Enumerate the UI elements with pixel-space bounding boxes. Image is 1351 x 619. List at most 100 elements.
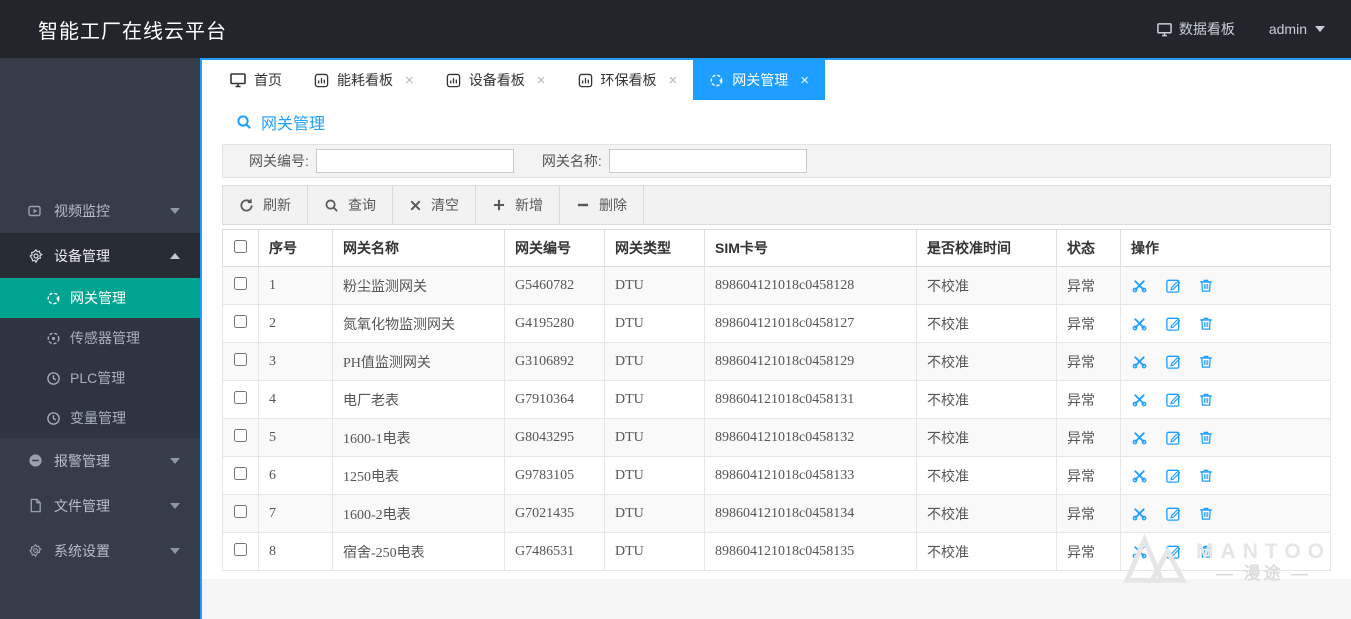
row-checkbox[interactable] [234, 466, 247, 480]
delete-icon[interactable] [1198, 543, 1214, 560]
edit-icon[interactable] [1165, 315, 1182, 332]
tools-icon[interactable] [1131, 543, 1148, 560]
delete-button[interactable]: 删除 [560, 186, 644, 224]
edit-icon[interactable] [1165, 467, 1182, 484]
sidebar-item-video-monitor[interactable]: 视频监控 [0, 188, 200, 233]
tab-label: 设备看板 [468, 72, 525, 88]
row-checkbox-cell [222, 418, 259, 457]
tools-icon[interactable] [1131, 467, 1148, 484]
sidebar-item-alarm-management[interactable]: 报警管理 [0, 438, 200, 483]
tools-icon[interactable] [1131, 277, 1148, 294]
edit-icon[interactable] [1165, 277, 1182, 294]
tools-icon[interactable] [1131, 505, 1148, 522]
header-right: 数据看板 admin [1157, 19, 1325, 39]
toolbar-button-label: 新增 [515, 197, 543, 213]
row-checkbox[interactable] [234, 352, 247, 366]
edit-icon[interactable] [1165, 543, 1182, 560]
gear-icon [28, 248, 54, 264]
tab-home[interactable]: 首页 [214, 60, 298, 100]
select-all-checkbox[interactable] [234, 240, 247, 253]
clock-icon [46, 411, 70, 426]
row-checkbox[interactable] [234, 504, 247, 518]
close-icon[interactable]: × [405, 72, 414, 89]
cell-index: 2 [258, 304, 333, 343]
row-checkbox[interactable] [234, 542, 247, 556]
close-icon[interactable]: × [800, 72, 809, 89]
sidebar-item-device-management[interactable]: 设备管理 [0, 233, 200, 278]
row-checkbox[interactable] [234, 276, 247, 290]
row-checkbox[interactable] [234, 314, 247, 328]
sidebar-item-variable-management[interactable]: 变量管理 [0, 398, 200, 438]
table-body: 1 粉尘监测网关 G5460782 DTU 898604121018c04581… [222, 266, 1331, 571]
close-icon[interactable]: × [669, 72, 678, 89]
row-checkbox[interactable] [234, 428, 247, 442]
delete-icon[interactable] [1198, 277, 1214, 294]
delete-icon[interactable] [1198, 429, 1214, 446]
gateway-code-input[interactable] [315, 149, 514, 173]
tab-label: 能耗看板 [337, 72, 393, 88]
cell-gateway-code: G7486531 [504, 532, 605, 571]
tools-icon[interactable] [1131, 391, 1148, 408]
delete-icon[interactable] [1198, 467, 1214, 484]
add-button[interactable]: 新增 [476, 186, 560, 224]
refresh-button[interactable]: 刷新 [223, 186, 308, 224]
sidebar-menu: 视频监控 设备管理 网关管理 传感器管理 PLC管理 变量管理 报警管理 文件管… [0, 58, 200, 573]
sidebar-group-devices: 设备管理 网关管理 传感器管理 PLC管理 变量管理 [0, 233, 200, 438]
column-header: 是否校准时间 [916, 229, 1057, 267]
tab-environment-board[interactable]: 环保看板 × [562, 60, 694, 100]
tools-icon[interactable] [1131, 429, 1148, 446]
column-header: 状态 [1056, 229, 1121, 267]
tab-energy-board[interactable]: 能耗看板 × [298, 60, 430, 100]
sidebar-item-plc-management[interactable]: PLC管理 [0, 358, 200, 398]
sidebar-item-label: 视频监控 [54, 202, 110, 219]
sidebar-item-gateway-management[interactable]: 网关管理 [0, 278, 200, 318]
cell-gateway-type: DTU [604, 380, 705, 419]
delete-icon[interactable] [1198, 315, 1214, 332]
query-button[interactable]: 查询 [308, 186, 393, 224]
cell-actions [1120, 418, 1331, 457]
gateway-table: 序号 网关名称 网关编号 网关类型 SIM卡号 是否校准时间 状态 操作 1 粉… [222, 229, 1331, 571]
column-header: 网关名称 [332, 229, 505, 267]
gateway-name-label: 网关名称: [541, 153, 602, 169]
app-title: 智能工厂在线云平台 [38, 20, 227, 43]
clear-button[interactable]: 清空 [393, 186, 476, 224]
edit-icon[interactable] [1165, 429, 1182, 446]
gateway-name-input[interactable] [608, 149, 807, 173]
user-menu[interactable]: admin [1269, 21, 1325, 37]
tools-icon[interactable] [1131, 353, 1148, 370]
tools-icon[interactable] [1131, 315, 1148, 332]
edit-icon[interactable] [1165, 505, 1182, 522]
delete-icon[interactable] [1198, 353, 1214, 370]
delete-icon[interactable] [1198, 505, 1214, 522]
sensor-icon [46, 331, 70, 346]
cell-gateway-type: DTU [604, 418, 705, 457]
column-header: 序号 [258, 229, 333, 267]
dashboard-icon [578, 73, 593, 88]
sidebar-item-sensor-management[interactable]: 传感器管理 [0, 318, 200, 358]
close-icon[interactable]: × [537, 72, 546, 89]
cell-status: 异常 [1056, 304, 1121, 343]
cell-sim-number: 898604121018c0458128 [704, 266, 917, 305]
table-row: 6 1250电表 G9783105 DTU 898604121018c04581… [222, 456, 1331, 495]
sidebar-item-file-management[interactable]: 文件管理 [0, 483, 200, 528]
dashboard-monitor-icon [1157, 22, 1172, 37]
tab-device-board[interactable]: 设备看板 × [430, 60, 562, 100]
row-checkbox[interactable] [234, 390, 247, 404]
tab-gateway-management[interactable]: 网关管理 × [693, 60, 826, 100]
row-checkbox-cell [222, 342, 259, 381]
cell-actions [1120, 380, 1331, 419]
monitor-icon [230, 72, 246, 88]
gateway-icon [46, 291, 70, 306]
dashboard-icon [446, 73, 461, 88]
refresh-icon [239, 198, 254, 213]
sidebar-item-label: 设备管理 [54, 247, 110, 264]
sidebar-item-system-settings[interactable]: 系统设置 [0, 528, 200, 573]
delete-icon[interactable] [1198, 391, 1214, 408]
sidebar-item-label: 文件管理 [54, 497, 110, 514]
column-header: 网关类型 [604, 229, 705, 267]
content: 首页 能耗看板 × 设备看板 × 环保看板 × 网关管理 × 网关管理 网关编号… [200, 58, 1351, 619]
file-icon [28, 498, 54, 513]
edit-icon[interactable] [1165, 353, 1182, 370]
edit-icon[interactable] [1165, 391, 1182, 408]
header-link-dashboard[interactable]: 数据看板 [1157, 19, 1235, 39]
